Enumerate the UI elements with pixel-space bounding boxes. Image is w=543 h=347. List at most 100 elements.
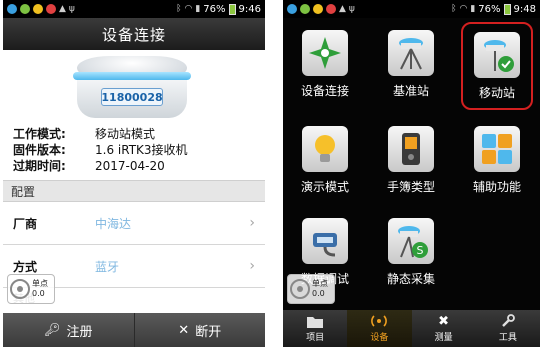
fix-status-value: 0.0 [312, 289, 325, 298]
tile-device-connect[interactable]: 设备连接 [289, 18, 361, 110]
tab-label: 测量 [434, 333, 453, 343]
target-icon [290, 279, 310, 299]
app-notification-icon [46, 4, 56, 14]
tile-label: 设备连接 [300, 84, 349, 98]
bottom-action-bar: 🔑︎ 注册 ✕ 断开 [3, 313, 265, 347]
single-point-status-widget[interactable]: 单点 0.0 [7, 274, 55, 304]
tile-auxiliary[interactable]: 辅助功能 [461, 114, 533, 206]
base-station-icon [388, 30, 434, 76]
tab-device[interactable]: 设备 [347, 310, 412, 347]
device-menu-screen: ▲ ψ ᛒ ◠ ▮ 76% 9:48 设备连接 基准站 移动站 演示模式 手簿类… [283, 0, 540, 347]
bluetooth-icon: ᛒ [176, 4, 182, 14]
wifi-icon: ◠ [459, 4, 468, 14]
status-bar: ▲ ψ ᛒ ◠ ▮ 76% 9:48 [283, 0, 540, 18]
chevron-right-icon: › [249, 215, 255, 231]
app-notification-icon [300, 4, 310, 14]
handheld-icon [388, 126, 434, 172]
tile-base-station[interactable]: 基准站 [375, 18, 447, 110]
folder-icon [307, 314, 324, 328]
tab-project[interactable]: 项目 [283, 310, 347, 347]
tab-measure[interactable]: ✖ 测量 [412, 310, 476, 347]
clock: 9:48 [513, 3, 536, 15]
warning-icon: ▲ [59, 4, 66, 14]
tab-label: 项目 [306, 333, 325, 343]
setting-label: 方式 [13, 259, 38, 274]
tab-label: 设备 [370, 333, 389, 343]
crosshair-icon [302, 30, 348, 76]
usb-icon: ψ [348, 4, 355, 14]
bottom-tab-bar: 项目 设备 ✖ 测量 工具 [283, 310, 540, 347]
battery-icon [228, 3, 236, 15]
tile-label: 手簿类型 [386, 180, 435, 194]
fix-status-label: 单点 [312, 279, 328, 288]
tile-label: 静态采集 [386, 272, 435, 286]
tile-label: 移动站 [478, 86, 515, 100]
usb-icon: ψ [68, 4, 75, 14]
static-collect-icon: S [388, 218, 434, 264]
device-serial: 11800028 [101, 88, 163, 106]
battery-percent: 76% [478, 3, 501, 15]
battery-icon [503, 3, 511, 15]
svg-text:S: S [417, 244, 424, 257]
close-icon: ✕ [178, 322, 190, 338]
app-notification-icon [326, 4, 336, 14]
info-label: 过期时间: [13, 159, 66, 173]
tile-rover[interactable]: 移动站 [461, 22, 533, 110]
info-row: 工作模式: 移动站模式 [13, 126, 265, 142]
status-bar: ▲ ψ ᛒ ◠ ▮ 76% 9:46 [3, 0, 265, 18]
disconnect-button[interactable]: ✕ 断开 [135, 313, 266, 347]
register-label: 注册 [66, 324, 93, 340]
fix-status-label: 单点 [32, 279, 48, 288]
key-icon: 🔑︎ [43, 322, 61, 338]
app-notification-icon [20, 4, 30, 14]
warning-icon: ▲ [339, 4, 346, 14]
setting-value: 中海达 [95, 216, 132, 231]
setting-row-vendor[interactable]: 厂商 中海达 › [3, 202, 265, 245]
tiles-icon [474, 126, 520, 172]
info-value: 1.6 iRTK3接收机 [95, 143, 188, 157]
disconnect-label: 断开 [195, 324, 222, 340]
device-connect-screen: ▲ ψ ᛒ ◠ ▮ 76% 9:46 设备连接 11800028 工作模式: 移… [3, 0, 265, 347]
tab-label: 工具 [498, 333, 517, 343]
setting-value: 蓝牙 [95, 259, 120, 274]
tile-label: 基准站 [392, 84, 429, 98]
info-row: 过期时间: 2017-04-20 [13, 158, 265, 174]
page-title: 设备连接 [3, 18, 265, 50]
app-notification-icon [7, 4, 17, 14]
tab-tools[interactable]: 工具 [476, 310, 540, 347]
device-info: 工作模式: 移动站模式 固件版本: 1.6 iRTK3接收机 过期时间: 201… [3, 122, 265, 174]
device-image-area: 11800028 [3, 50, 265, 122]
signal-icon: ▮ [470, 4, 476, 14]
setting-label: 厂商 [13, 216, 38, 231]
info-row: 固件版本: 1.6 iRTK3接收机 [13, 142, 265, 158]
rover-icon [474, 32, 520, 78]
info-label: 工作模式: [13, 127, 66, 141]
tile-label: 演示模式 [300, 180, 349, 194]
antenna-icon [371, 314, 388, 328]
tile-label: 辅助功能 [472, 180, 521, 194]
app-notification-icon [287, 4, 297, 14]
register-button[interactable]: 🔑︎ 注册 [3, 313, 135, 347]
tile-demo-mode[interactable]: 演示模式 [289, 114, 361, 206]
cable-icon [302, 218, 348, 264]
clock: 9:46 [238, 3, 261, 15]
target-icon [10, 279, 30, 299]
info-label: 固件版本: [13, 143, 66, 157]
wrench-icon [500, 314, 516, 328]
single-point-status-widget[interactable]: 单点 0.0 [287, 274, 335, 304]
app-notification-icon [313, 4, 323, 14]
section-header-config: 配置 [3, 180, 265, 202]
wifi-icon: ◠ [184, 4, 193, 14]
measure-icon: ✖ [438, 313, 450, 329]
bluetooth-icon: ᛒ [451, 4, 457, 14]
info-value: 2017-04-20 [95, 159, 165, 173]
tile-handheld-type[interactable]: 手簿类型 [375, 114, 447, 206]
fix-status-value: 0.0 [32, 289, 45, 298]
info-value: 移动站模式 [95, 127, 156, 141]
tile-static-collect[interactable]: S 静态采集 [375, 206, 447, 298]
gnss-receiver-icon: 11800028 [73, 56, 191, 118]
app-notification-icon [33, 4, 43, 14]
battery-percent: 76% [203, 3, 226, 15]
signal-icon: ▮ [195, 4, 201, 14]
lightbulb-icon [302, 126, 348, 172]
